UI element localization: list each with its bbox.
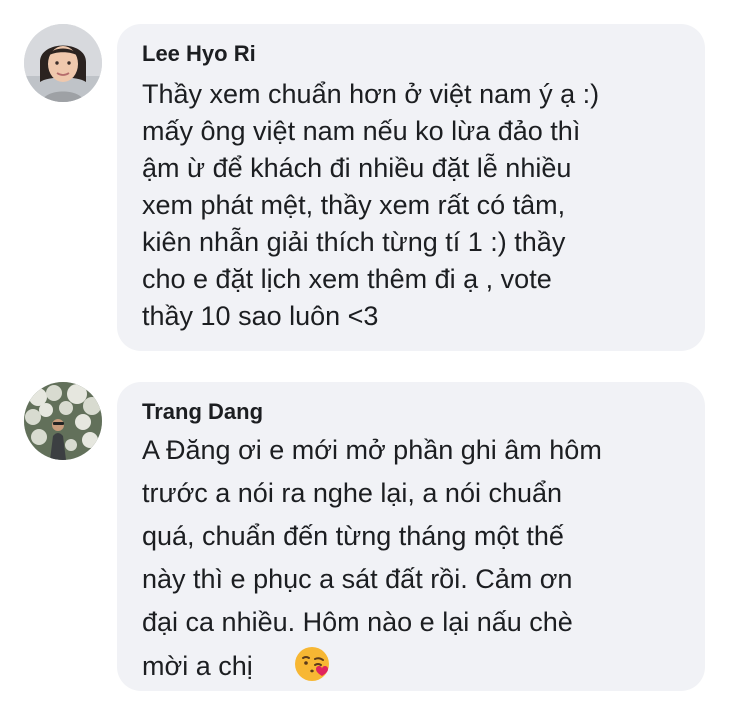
face-blowing-kiss-icon: [292, 644, 332, 684]
comment-text-line: kiên nhẫn giải thích từng tí 1 :) thầy: [142, 227, 566, 257]
comment-text-line: A Đăng ơi e mới mở phần ghi âm hôm: [142, 435, 602, 465]
comment-text-line: quá, chuẩn đến từng tháng một thế: [142, 521, 564, 551]
profile-photo-woman-icon[interactable]: [24, 24, 102, 102]
comment-text-line: Thầy xem chuẩn hơn ở việt nam ý ạ :): [142, 79, 600, 109]
comment-author-name[interactable]: Trang Dang: [142, 398, 263, 426]
comment-author-name[interactable]: Lee Hyo Ri: [142, 40, 256, 68]
comment-text-line: trước a nói ra nghe lại, a nói chuẩn: [142, 478, 563, 508]
comment-text-line: mấy ông việt nam nếu ko lừa đảo thì: [142, 116, 581, 146]
comment-text-line: này thì e phục a sát đất rồi. Cảm ơn: [142, 564, 573, 594]
profile-photo-outdoor-icon[interactable]: [24, 382, 102, 460]
comment-text-line: xem phát mệt, thầy xem rất có tâm,: [142, 190, 566, 220]
comment-bubble: Trang Dang A Đăng ơi e mới mở phần ghi â…: [117, 382, 705, 691]
comment-text-line: cho e đặt lịch xem thêm đi ạ , vote: [142, 264, 552, 294]
status-bar: [0, 0, 749, 22]
comment-text-line: thầy 10 sao luôn <3: [142, 301, 379, 331]
comment-bubble: Lee Hyo Ri Thầy xem chuẩn hơn ở việt nam…: [117, 24, 705, 351]
comment-text-line: đại ca nhiều. Hôm nào e lại nấu chè: [142, 607, 573, 637]
comment-text-line: ậm ừ để khách đi nhiều đặt lễ nhiều: [142, 153, 572, 183]
comment-text-line: mời a chị: [142, 651, 253, 681]
